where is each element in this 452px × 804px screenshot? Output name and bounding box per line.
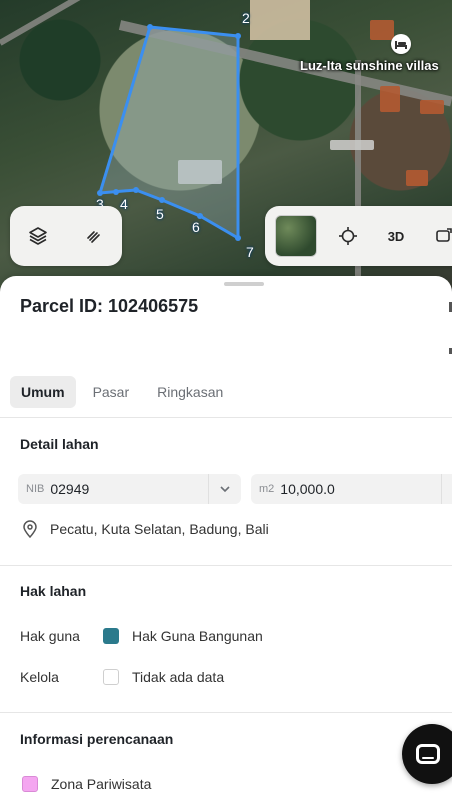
vertex-label: 5 (156, 206, 164, 222)
rights-value: Tidak ada data (132, 669, 225, 685)
map-view[interactable]: 2 3 4 5 6 7 Luz-Ita sunshine villas 3D (0, 0, 452, 300)
field-separator (441, 474, 442, 504)
map-tools-right: 3D (265, 206, 452, 266)
legend-swatch (103, 628, 119, 644)
divider (0, 712, 452, 713)
locate-button[interactable] (331, 219, 365, 253)
tab-umum[interactable]: Umum (10, 376, 76, 408)
rights-label: Hak guna (20, 628, 80, 644)
divider (0, 417, 452, 418)
3d-button[interactable]: 3D (379, 219, 413, 253)
parcel-sheet: Parcel ID: 102406575 Umum Pasar Ringkasa… (0, 276, 452, 804)
map-tools-left (10, 206, 122, 266)
rights-label: Kelola (20, 669, 59, 685)
location-pin-icon (23, 520, 37, 538)
nib-value: 02949 (50, 481, 90, 497)
measure-icon (87, 231, 100, 243)
vertex-label: 2 (242, 10, 250, 26)
section-title-rights: Hak lahan (20, 583, 87, 599)
tab-bar: Umum Pasar Ringkasan (10, 376, 234, 408)
drag-handle[interactable] (224, 282, 264, 286)
legend-swatch (103, 669, 119, 685)
layers-icon (29, 227, 47, 245)
parcel-title: Parcel ID: 102406575 (20, 296, 199, 316)
measure-button[interactable] (77, 219, 111, 253)
rights-value: Hak Guna Bangunan (132, 628, 263, 644)
zone-row: Zona Pariwisata (20, 776, 151, 792)
rights-row-kelola: Kelola Tidak ada data (20, 669, 224, 685)
address-text: Pecatu, Kuta Selatan, Badung, Bali (50, 521, 269, 537)
vertex-label: 6 (192, 219, 200, 235)
crosshair-icon (339, 227, 357, 245)
vertex-label: 7 (246, 244, 254, 260)
section-title-detail: Detail lahan (20, 436, 99, 452)
chat-icon (416, 744, 440, 764)
area-prefix: m2 (259, 483, 275, 495)
legend-swatch (22, 776, 38, 792)
tab-pasar[interactable]: Pasar (82, 376, 141, 408)
chevron-down-icon[interactable] (208, 474, 241, 504)
section-title-planning: Informasi perencanaan (20, 731, 174, 747)
nib-prefix: NIB (26, 483, 45, 495)
tab-ringkasan[interactable]: Ringkasan (146, 376, 234, 408)
zone-label: Zona Pariwisata (51, 776, 152, 792)
map-poi[interactable]: Luz-Ita sunshine villas (300, 34, 439, 73)
share-button[interactable] (427, 219, 452, 253)
nib-select[interactable]: NIB 02949 (18, 474, 241, 504)
poi-label: Luz-Ita sunshine villas (300, 58, 439, 73)
bed-icon (391, 34, 412, 54)
layers-button[interactable] (21, 219, 55, 253)
divider (0, 565, 452, 566)
address-row: Pecatu, Kuta Selatan, Badung, Bali (22, 520, 269, 538)
area-field[interactable]: m2 10,000.0 (251, 474, 452, 504)
share-icon (436, 228, 452, 242)
rights-row-hak-guna: Hak guna Hak Guna Bangunan (20, 628, 263, 644)
vertex-label: 4 (120, 196, 128, 212)
basemap-toggle[interactable] (275, 215, 317, 257)
area-value: 10,000.0 (280, 481, 335, 497)
